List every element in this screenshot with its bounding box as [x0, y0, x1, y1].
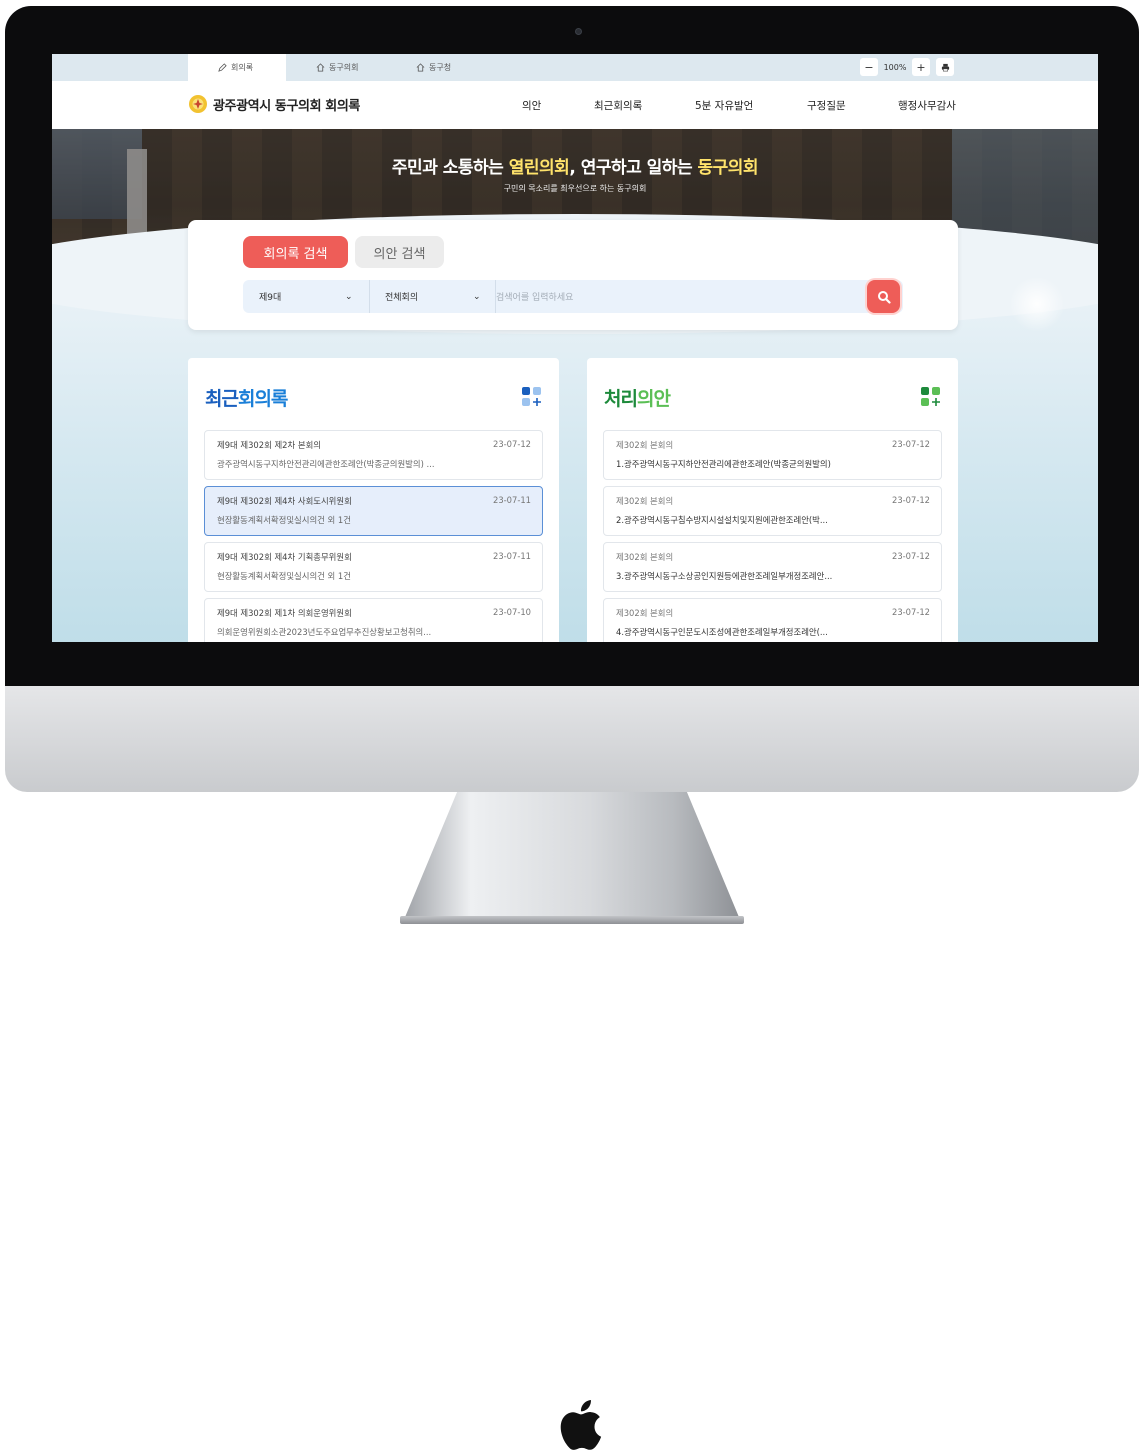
item-desc: 2.광주광역시동구침수방지시설설치및지원에관한조례안(박... — [616, 515, 828, 525]
zoom-in-button[interactable]: + — [912, 58, 930, 76]
item-title: 제9대 제302회 제1차 의회운영위원회 — [217, 608, 352, 618]
camera-icon — [575, 28, 582, 35]
meeting-select-value: 전체회의 — [385, 293, 419, 303]
browser-screen: 회의록 동구의회 동구청 − 100% + 광주광역시 동구의회 회의록 의안 … — [52, 54, 1098, 642]
item-date: 23-07-12 — [891, 551, 930, 561]
title-part: 최근 — [205, 388, 239, 410]
print-icon — [941, 63, 949, 71]
item-date: 23-07-10 — [492, 607, 531, 617]
item-date: 23-07-12 — [891, 607, 930, 617]
item-title: 제9대 제302회 제2차 본회의 — [217, 440, 321, 450]
tab-council-label: 동구의회 — [329, 63, 359, 72]
meeting-select[interactable]: 전체회의 ⌄ — [385, 280, 485, 313]
search-input[interactable]: 검색어를 입력하세요 — [496, 280, 573, 313]
recent-minutes-panel: 최근회의록 제9대 제302회 제2차 본회의 23-07-12 광주광역시동구… — [188, 358, 559, 642]
monitor-base — [400, 916, 744, 924]
item-title: 제302회 본회의 — [616, 440, 674, 450]
term-select[interactable]: 제9대 ⌄ — [259, 280, 359, 313]
zoom-out-button[interactable]: − — [860, 58, 878, 76]
home-icon — [316, 63, 325, 72]
item-desc: 의회운영위원회소관2023년도주요업무추진상황보고청취의... — [217, 627, 432, 637]
item-desc: 4.광주광역시동구인문도시조성에관한조례일부개정조례안(... — [616, 627, 828, 637]
item-desc: 현장활동계획서확정및실시의건 외 1건 — [217, 571, 351, 581]
pencil-icon — [218, 63, 227, 72]
item-date: 23-07-12 — [492, 439, 531, 449]
title-part: 회의록 — [237, 388, 288, 410]
item-desc: 3.광주광역시동구소상공인지원등에관한조례일부개정조례안... — [616, 571, 833, 581]
item-title: 제302회 본회의 — [616, 496, 674, 506]
site-logo[interactable]: 광주광역시 동구의회 회의록 — [188, 94, 360, 114]
item-date: 23-07-11 — [492, 495, 531, 505]
search-box: 회의록 검색 의안 검색 제9대 ⌄ 전체회의 ⌄ 검색어를 입력하세요 — [188, 220, 958, 330]
tab-minutes[interactable]: 회의록 — [188, 54, 286, 81]
chevron-down-icon: ⌄ — [345, 291, 353, 302]
top-utility-bar: 회의록 동구의회 동구청 − 100% + — [52, 54, 1098, 81]
zoom-level: 100% — [883, 62, 907, 72]
search-button[interactable] — [867, 280, 900, 313]
processed-bills-title: 처리의안 — [604, 384, 671, 411]
term-select-value: 제9대 — [259, 293, 282, 303]
list-item[interactable]: 제302회 본회의 23-07-12 3.광주광역시동구소상공인지원등에관한조례… — [603, 542, 942, 592]
item-date: 23-07-12 — [891, 495, 930, 505]
item-desc: 광주광역시동구지하안전관리에관한조례안(박종균의원발의) ... — [217, 459, 435, 469]
more-plus-icon[interactable] — [521, 386, 543, 408]
nav-recent-minutes[interactable]: 최근회의록 — [594, 98, 642, 113]
list-item[interactable]: 제9대 제302회 제4차 사회도시위원회 23-07-11 현장활동계획서확정… — [204, 486, 543, 536]
item-desc: 1.광주광역시동구지하안전관리에관한조례안(박종균의원발의) — [616, 459, 831, 469]
list-item[interactable]: 제9대 제302회 제1차 의회운영위원회 23-07-10 의회운영위원회소관… — [204, 598, 543, 642]
nav-five-minute-speech[interactable]: 5분 자유발언 — [695, 98, 753, 113]
tab-minutes-label: 회의록 — [231, 63, 254, 72]
sparkle-glow — [1007, 274, 1067, 334]
list-item[interactable]: 제302회 본회의 23-07-12 2.광주광역시동구침수방지시설설치및지원에… — [603, 486, 942, 536]
apple-logo-icon — [560, 1400, 602, 1450]
divider — [369, 280, 370, 313]
zoom-control: − 100% + — [860, 58, 954, 76]
list-item[interactable]: 제302회 본회의 23-07-12 4.광주광역시동구인문도시조성에관한조례일… — [603, 598, 942, 642]
search-icon — [877, 290, 891, 304]
processed-bills-panel: 처리의안 제302회 본회의 23-07-12 1.광주광역시동구지하안전관리에… — [587, 358, 958, 642]
hero-title-highlight: 열린의회 — [508, 158, 570, 178]
home-icon — [416, 63, 425, 72]
logo-text: 광주광역시 동구의회 회의록 — [213, 98, 360, 114]
list-item[interactable]: 제9대 제302회 제4차 기획총무위원회 23-07-11 현장활동계획서확정… — [204, 542, 543, 592]
tab-district-office[interactable]: 동구청 — [386, 54, 486, 81]
print-button[interactable] — [936, 58, 954, 76]
nav-bills[interactable]: 의안 — [522, 98, 541, 113]
chevron-down-icon: ⌄ — [473, 291, 481, 302]
recent-minutes-title: 최근회의록 — [205, 384, 288, 411]
tab-bill-search[interactable]: 의안 검색 — [355, 236, 444, 268]
tab-minutes-search[interactable]: 회의록 검색 — [243, 236, 348, 268]
item-date: 23-07-12 — [891, 439, 930, 449]
hero-title-part: 주민과 소통하는 — [391, 158, 509, 178]
title-part: 의안 — [636, 388, 671, 410]
item-title: 제302회 본회의 — [616, 608, 674, 618]
site-header: 광주광역시 동구의회 회의록 의안 최근회의록 5분 자유발언 구정질문 행정사… — [52, 81, 1098, 129]
list-item[interactable]: 제9대 제302회 제2차 본회의 23-07-12 광주광역시동구지하안전관리… — [204, 430, 543, 480]
tab-council[interactable]: 동구의회 — [286, 54, 386, 81]
item-title: 제302회 본회의 — [616, 552, 674, 562]
monitor-stand — [403, 792, 741, 922]
item-date: 23-07-11 — [492, 551, 531, 561]
hero-title-part: , 연구하고 일하는 — [569, 158, 698, 178]
item-title: 제9대 제302회 제4차 기획총무위원회 — [217, 552, 352, 562]
nav-policy-questions[interactable]: 구정질문 — [807, 98, 846, 113]
item-title: 제9대 제302회 제4차 사회도시위원회 — [217, 496, 352, 506]
title-part: 처리 — [604, 388, 638, 410]
more-plus-icon[interactable] — [920, 386, 942, 408]
nav-admin-audit[interactable]: 행정사무감사 — [898, 98, 956, 113]
hero-title: 주민과 소통하는 열린의회, 연구하고 일하는 동구의회 — [52, 153, 1098, 178]
hero-title-highlight: 동구의회 — [697, 158, 759, 178]
list-item[interactable]: 제302회 본회의 23-07-12 1.광주광역시동구지하안전관리에관한조례안… — [603, 430, 942, 480]
item-desc: 현장활동계획서확정및실시의건 외 1건 — [217, 515, 351, 525]
tab-district-office-label: 동구청 — [429, 63, 452, 72]
search-bar: 제9대 ⌄ 전체회의 ⌄ 검색어를 입력하세요 — [243, 280, 903, 313]
hero-subtitle: 구민의 목소리를 최우선으로 하는 동구의회 — [503, 184, 647, 193]
council-emblem-icon — [189, 95, 207, 113]
monitor-chin — [5, 686, 1139, 1450]
